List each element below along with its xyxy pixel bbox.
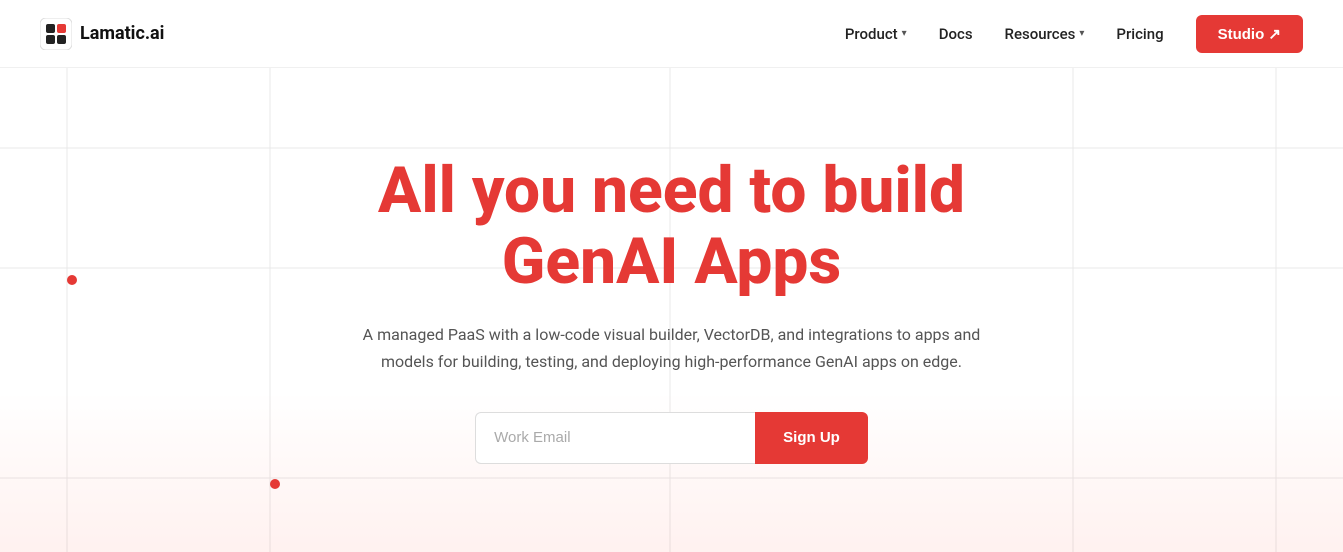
studio-button[interactable]: Studio ↗ bbox=[1196, 15, 1303, 53]
hero-content: All you need to build GenAI Apps A manag… bbox=[352, 156, 992, 463]
nav-resources[interactable]: Resources ▾ bbox=[1005, 25, 1085, 43]
nav-links: Product ▾ Docs Resources ▾ Pricing Studi… bbox=[845, 15, 1303, 53]
email-input[interactable] bbox=[475, 412, 755, 464]
hero-subtitle: A managed PaaS with a low-code visual bu… bbox=[352, 321, 992, 375]
red-dot-1 bbox=[67, 275, 77, 285]
navbar: Lamatic.ai Product ▾ Docs Resources ▾ Pr… bbox=[0, 0, 1343, 68]
hero-title: All you need to build GenAI Apps bbox=[352, 156, 992, 297]
nav-pricing[interactable]: Pricing bbox=[1116, 25, 1163, 43]
logo-icon bbox=[40, 18, 72, 50]
logo[interactable]: Lamatic.ai bbox=[40, 18, 164, 50]
hero-cta: Sign Up bbox=[352, 412, 992, 464]
nav-docs[interactable]: Docs bbox=[939, 25, 973, 43]
red-dot-2 bbox=[270, 479, 280, 489]
product-chevron-icon: ▾ bbox=[902, 28, 907, 39]
nav-product[interactable]: Product ▾ bbox=[845, 25, 907, 43]
logo-text: Lamatic.ai bbox=[80, 23, 164, 44]
hero-section: All you need to build GenAI Apps A manag… bbox=[0, 68, 1343, 552]
resources-chevron-icon: ▾ bbox=[1079, 28, 1084, 39]
signup-button[interactable]: Sign Up bbox=[755, 412, 868, 464]
